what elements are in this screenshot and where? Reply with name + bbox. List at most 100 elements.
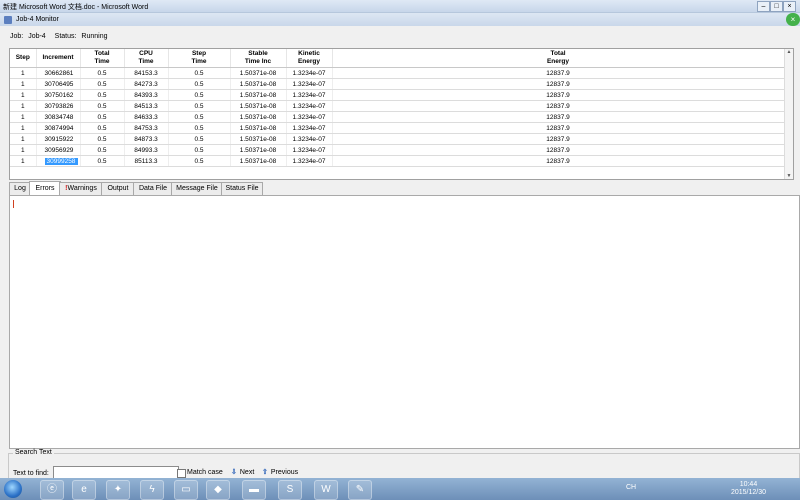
previous-button[interactable]: ⇧ Previous <box>262 468 298 476</box>
column-header[interactable]: Total Time <box>80 49 125 68</box>
errors-text-area[interactable] <box>9 195 800 449</box>
close-button[interactable]: × <box>786 13 800 26</box>
scroll-down-icon[interactable]: ▼ <box>786 173 792 179</box>
table-row[interactable]: 1 30750162 0.5 84393.3 0.5 1.50371e-08 1.3234e… <box>10 89 785 101</box>
minimize-icon[interactable]: – <box>757 1 770 12</box>
cell-value: 1.3234e-07 <box>292 102 326 110</box>
cell-value: 1 <box>20 69 25 77</box>
lightning-icon[interactable]: ϟ <box>140 480 164 500</box>
table-cell: 1.50371e-08 <box>230 122 287 134</box>
browser-icon[interactable]: ⓔ <box>40 480 64 500</box>
next-button[interactable]: ⇩ Next <box>231 468 254 476</box>
tab-data-file-label: Data File <box>138 185 167 192</box>
cell-value: 0.5 <box>194 146 204 154</box>
cell-value: 30793826 <box>44 102 74 110</box>
maximize-icon[interactable]: □ <box>770 1 783 12</box>
table-cell: 0.5 <box>80 89 125 101</box>
cell-value: 1.50371e-08 <box>239 157 277 165</box>
tab-data-file[interactable]: Data File <box>133 182 173 195</box>
table-cell: 30834748 <box>36 111 81 123</box>
tab-output[interactable]: Output <box>101 182 135 195</box>
column-header[interactable]: Kinetic Energy <box>286 49 333 68</box>
column-header[interactable]: Step Time <box>168 49 231 68</box>
cell-value: 12837.9 <box>546 157 570 165</box>
cell-value: 1.3234e-07 <box>292 135 326 143</box>
table-cell: 1 <box>10 122 37 134</box>
table-cell: 0.5 <box>168 89 231 101</box>
cell-value: 1.50371e-08 <box>239 91 277 99</box>
folder-icon[interactable]: ▬ <box>242 480 266 500</box>
increment-grid: Step Increment Total Time CPU Time Step Time Sta… <box>10 49 785 167</box>
column-header[interactable]: Stable Time Inc <box>230 49 287 68</box>
scroll-up-icon[interactable]: ▲ <box>786 49 792 55</box>
table-cell: 85113.3 <box>124 155 169 167</box>
table-cell: 1.50371e-08 <box>230 89 287 101</box>
match-case-checkbox[interactable] <box>177 469 186 478</box>
cell-value: 1 <box>20 146 25 154</box>
ie-icon[interactable]: e <box>72 480 96 500</box>
table-cell: 1.50371e-08 <box>230 144 287 156</box>
table-cell: 1.50371e-08 <box>230 78 287 90</box>
column-header[interactable]: Step <box>10 49 37 68</box>
tab-log[interactable]: Log <box>9 182 31 195</box>
previous-label: Previous <box>270 469 299 476</box>
close-icon[interactable]: × <box>783 1 796 12</box>
cell-value: 12837.9 <box>546 124 570 132</box>
cell-value: 30956929 <box>44 146 74 154</box>
cell-value: 12837.9 <box>546 146 570 154</box>
solidworks-icon[interactable]: S <box>278 480 302 500</box>
table-cell: 1 <box>10 144 37 156</box>
table-row[interactable]: 1 30874994 0.5 84753.3 0.5 1.50371e-08 1.3234e… <box>10 122 785 134</box>
column-header[interactable]: CPU Time <box>124 49 169 68</box>
tab-message-file[interactable]: Message File <box>171 182 223 195</box>
tab-status-file[interactable]: Status File <box>221 182 263 195</box>
table-cell: 1.3234e-07 <box>286 67 333 79</box>
language-indicator[interactable]: CH <box>626 484 636 491</box>
column-header[interactable]: Total Energy <box>332 49 785 68</box>
table-cell: 84633.3 <box>124 111 169 123</box>
cell-value: 1.50371e-08 <box>239 146 277 154</box>
word-icon[interactable]: W <box>314 480 338 500</box>
table-cell: 84873.3 <box>124 133 169 145</box>
cell-value: 1.50371e-08 <box>239 102 277 110</box>
column-header-line2: Energy <box>546 58 570 65</box>
table-row[interactable]: 1 30956929 0.5 84993.3 0.5 1.50371e-08 1.3234e… <box>10 144 785 156</box>
tab-errors[interactable]: Errors <box>29 181 61 195</box>
table-row[interactable]: 1 30999258 0.5 85113.3 0.5 1.50371e-08 1.3234e… <box>10 155 785 167</box>
table-cell: 12837.9 <box>332 144 785 156</box>
match-case-label[interactable]: Match case <box>187 469 223 476</box>
cell-value: 1 <box>20 157 25 165</box>
terminal-icon[interactable]: ▭ <box>174 480 198 500</box>
paint-icon[interactable]: ✎ <box>348 480 372 500</box>
table-row[interactable]: 1 30706495 0.5 84273.3 0.5 1.50371e-08 1.3234e… <box>10 78 785 90</box>
cell-value: 84393.3 <box>134 91 158 99</box>
column-header[interactable]: Increment <box>36 49 81 68</box>
column-header-line2: Energy <box>297 58 321 65</box>
clock[interactable]: 10:44 2015/12/30 <box>731 481 766 497</box>
taskbar: ⓔ e ✦ ϟ ▭ ◆ ▬ S W ✎ CH 10:44 2015/12/30 <box>0 478 800 500</box>
cell-value: 1 <box>20 113 25 121</box>
tab-warnings[interactable]: !Warnings <box>59 182 103 195</box>
column-header-line1: Stable <box>248 50 268 57</box>
abaqus-icon[interactable]: ◆ <box>206 480 230 500</box>
table-row[interactable]: 1 30834748 0.5 84633.3 0.5 1.50371e-08 1.3234e… <box>10 111 785 123</box>
table-row[interactable]: 1 30662861 0.5 84153.3 0.5 1.50371e-08 1.3234e… <box>10 67 785 79</box>
start-button[interactable] <box>4 480 22 498</box>
table-cell: 12837.9 <box>332 67 785 79</box>
increment-table[interactable]: Step Increment Total Time CPU Time Step Time Sta… <box>9 48 794 180</box>
clock-time: 10:44 <box>739 481 758 488</box>
column-header-line1: Increment <box>42 54 74 61</box>
column-header-line2: Time Inc <box>244 58 272 65</box>
table-row[interactable]: 1 30793826 0.5 84513.3 0.5 1.50371e-08 1.3234e… <box>10 100 785 112</box>
table-cell: 84513.3 <box>124 100 169 112</box>
table-row[interactable]: 1 30915922 0.5 84873.3 0.5 1.50371e-08 1.3234e… <box>10 133 785 145</box>
text-caret <box>13 200 14 208</box>
table-cell: 1.3234e-07 <box>286 100 333 112</box>
table-cell: 30750162 <box>36 89 81 101</box>
table-scrollbar[interactable]: ▲ ▼ <box>784 49 793 179</box>
table-cell: 0.5 <box>168 111 231 123</box>
cell-value: 1.3234e-07 <box>292 91 326 99</box>
table-cell: 30956929 <box>36 144 81 156</box>
job-monitor-window: Job-4 Monitor × Job: Job-4 Status: Runni… <box>0 12 800 489</box>
media-icon[interactable]: ✦ <box>106 480 130 500</box>
